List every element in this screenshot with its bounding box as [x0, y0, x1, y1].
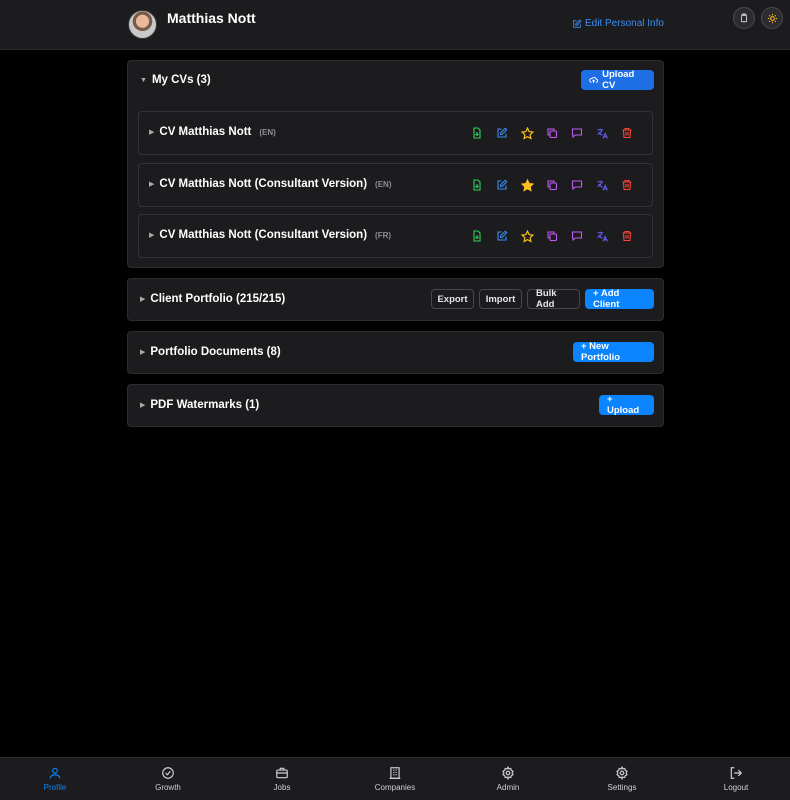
pdf-watermarks-panel: ▶ PDF Watermarks (1) + Upload [127, 384, 664, 427]
bottom-navigation: Profile Growth Jobs Companies Admin Sett… [0, 757, 790, 800]
check-circle-icon [162, 767, 174, 779]
sun-icon [767, 13, 777, 23]
nav-label: Logout [723, 783, 749, 792]
comment-icon[interactable] [570, 126, 584, 140]
nav-logout[interactable]: Logout [701, 766, 771, 792]
duplicate-icon[interactable] [545, 178, 559, 192]
bulk-add-button[interactable]: Bulk Add [527, 288, 580, 310]
portfolio-documents-header[interactable]: ▶ Portfolio Documents (8) [140, 346, 281, 358]
comment-icon[interactable] [570, 178, 584, 192]
client-portfolio-panel: ▶ Client Portfolio (215/215) Export Impo… [127, 278, 664, 321]
pdf-watermarks-header[interactable]: ▶ PDF Watermarks (1) [140, 399, 259, 411]
collapsed-caret-icon: ▶ [140, 402, 146, 409]
star-filled-icon[interactable] [520, 178, 534, 192]
nav-label: Jobs [273, 783, 291, 792]
trash-icon[interactable] [620, 126, 634, 140]
collapsed-caret-icon: ▶ [140, 349, 146, 356]
cloud-upload-icon [589, 76, 599, 84]
cv-actions [470, 178, 634, 192]
cv-row[interactable]: ▶ CV Matthias Nott (Consultant Version) … [138, 214, 653, 258]
logout-icon [730, 767, 743, 779]
nav-jobs[interactable]: Jobs [247, 766, 317, 792]
clipboard-button[interactable] [733, 7, 755, 29]
cv-title[interactable]: ▶ CV Matthias Nott (Consultant Version) … [149, 229, 391, 241]
client-portfolio-title: Client Portfolio (215/215) [150, 293, 286, 305]
my-cvs-header[interactable]: ▼ My CVs (3) [140, 74, 211, 86]
avatar[interactable] [128, 10, 157, 39]
top-header: Matthias Nott Edit Personal Info [0, 0, 790, 50]
gear-icon [616, 766, 628, 780]
nav-label: Settings [607, 783, 637, 792]
client-portfolio-header[interactable]: ▶ Client Portfolio (215/215) [140, 293, 285, 305]
translate-icon[interactable] [595, 178, 609, 192]
nav-growth[interactable]: Growth [133, 766, 203, 792]
expanded-caret-icon: ▼ [140, 76, 147, 84]
star-icon[interactable] [520, 229, 534, 243]
user-icon [49, 767, 61, 779]
cv-actions [470, 126, 634, 140]
gear-icon [502, 766, 514, 780]
collapsed-caret-icon: ▶ [149, 129, 155, 136]
cv-actions [470, 229, 634, 243]
download-pdf-icon[interactable] [470, 126, 484, 140]
nav-label: Admin [496, 783, 520, 792]
my-cvs-panel: ▼ My CVs (3) Upload CV ▶ CV Matthias Not… [127, 60, 664, 268]
edit-icon[interactable] [495, 229, 509, 243]
portfolio-documents-panel: ▶ Portfolio Documents (8) + New Portfoli… [127, 331, 664, 374]
cv-title[interactable]: ▶ CV Matthias Nott (Consultant Version) … [149, 178, 392, 190]
edit-personal-info-link[interactable]: Edit Personal Info [572, 18, 664, 29]
download-pdf-icon[interactable] [470, 229, 484, 243]
upload-cv-label: Upload CV [602, 69, 635, 91]
collapsed-caret-icon: ▶ [149, 232, 155, 239]
nav-label: Profile [43, 783, 67, 792]
edit-icon [573, 18, 582, 28]
upload-cv-button[interactable]: Upload CV [581, 69, 654, 91]
nav-profile[interactable]: Profile [20, 766, 90, 792]
duplicate-icon[interactable] [545, 229, 559, 243]
clipboard-icon [741, 13, 747, 23]
nav-label: Growth [155, 783, 181, 792]
cv-title[interactable]: ▶ CV Matthias Nott (EN) [149, 126, 276, 138]
export-button[interactable]: Export [431, 289, 474, 309]
download-pdf-icon[interactable] [470, 178, 484, 192]
theme-toggle-button[interactable] [761, 7, 783, 29]
nav-settings[interactable]: Settings [587, 766, 657, 792]
cv-language-badge: (EN) [375, 179, 392, 189]
user-name: Matthias Nott [167, 10, 256, 26]
cv-row[interactable]: ▶ CV Matthias Nott (Consultant Version) … [138, 163, 653, 207]
pdf-watermarks-title: PDF Watermarks (1) [150, 399, 260, 411]
collapsed-caret-icon: ▶ [149, 181, 155, 188]
upload-watermark-button[interactable]: + Upload [599, 394, 654, 416]
star-icon[interactable] [520, 126, 534, 140]
cv-row[interactable]: ▶ CV Matthias Nott (EN) [138, 111, 653, 155]
new-portfolio-button[interactable]: + New Portfolio [573, 341, 654, 363]
nav-companies[interactable]: Companies [360, 766, 430, 792]
building-icon [389, 767, 401, 779]
cv-language-badge: (FR) [375, 230, 392, 240]
nav-label: Companies [374, 783, 416, 792]
comment-icon[interactable] [570, 229, 584, 243]
duplicate-icon[interactable] [545, 126, 559, 140]
collapsed-caret-icon: ▶ [140, 296, 146, 303]
edit-icon[interactable] [495, 178, 509, 192]
add-client-button[interactable]: + Add Client [585, 288, 654, 310]
translate-icon[interactable] [595, 126, 609, 140]
cv-name: CV Matthias Nott (Consultant Version) [159, 229, 368, 241]
cv-language-badge: (EN) [259, 127, 276, 137]
import-button[interactable]: Import [479, 289, 522, 309]
trash-icon[interactable] [620, 229, 634, 243]
nav-admin[interactable]: Admin [473, 766, 543, 792]
my-cvs-title: My CVs (3) [151, 74, 211, 86]
cv-name: CV Matthias Nott [159, 126, 252, 138]
cv-name: CV Matthias Nott (Consultant Version) [159, 178, 368, 190]
edit-icon[interactable] [495, 126, 509, 140]
portfolio-documents-title: Portfolio Documents (8) [150, 346, 281, 358]
translate-icon[interactable] [595, 229, 609, 243]
briefcase-icon [276, 767, 288, 779]
edit-personal-info-label: Edit Personal Info [585, 18, 664, 29]
trash-icon[interactable] [620, 178, 634, 192]
